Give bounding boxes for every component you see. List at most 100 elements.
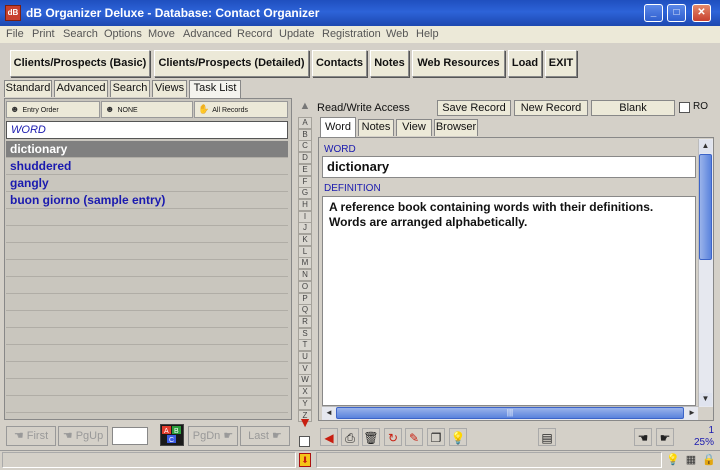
alpha-index-y[interactable]: Y: [298, 398, 312, 410]
list-item[interactable]: gangly: [6, 175, 288, 192]
menu-update[interactable]: Update: [279, 28, 314, 40]
list-item-empty[interactable]: [6, 396, 288, 413]
maximize-button[interactable]: □: [667, 4, 686, 22]
lightbulb-icon[interactable]: 💡: [449, 428, 467, 446]
menu-search[interactable]: Search: [63, 28, 98, 40]
list-item-empty[interactable]: [6, 379, 288, 396]
alpha-index-o[interactable]: O: [298, 281, 312, 293]
scroll-down-icon[interactable]: ▼: [699, 393, 712, 406]
definition-textarea[interactable]: A reference book containing words with t…: [322, 196, 696, 406]
menu-move[interactable]: Move: [148, 28, 175, 40]
alpha-index-t[interactable]: T: [298, 339, 312, 351]
alpha-index-a[interactable]: A: [298, 117, 312, 129]
app-icon[interactable]: dB: [5, 5, 21, 21]
alpha-index-w[interactable]: W: [298, 374, 312, 386]
web-resources-button[interactable]: Web Resources: [412, 50, 505, 77]
clients-basic-button[interactable]: Clients/Prospects (Basic): [10, 50, 150, 77]
list-item-empty[interactable]: [6, 243, 288, 260]
tab-views[interactable]: Views: [152, 80, 187, 97]
scroll-left-icon[interactable]: ◄: [323, 407, 335, 419]
word-input[interactable]: dictionary: [322, 156, 696, 178]
exit-button[interactable]: EXIT: [545, 50, 577, 77]
minimize-button[interactable]: _: [644, 4, 663, 22]
alpha-index-x[interactable]: X: [298, 386, 312, 398]
menu-advanced[interactable]: Advanced: [183, 28, 232, 40]
pgdn-button[interactable]: PgDn ☛: [188, 426, 238, 446]
notes-button[interactable]: Notes: [370, 50, 409, 77]
new-record-button[interactable]: New Record: [514, 100, 588, 116]
select-checkbox[interactable]: [299, 436, 310, 447]
refresh-icon[interactable]: ↻: [384, 428, 402, 446]
alpha-up-icon[interactable]: ▲: [298, 100, 312, 116]
abc-sort-icon[interactable]: A B C: [160, 424, 184, 446]
menu-help[interactable]: Help: [416, 28, 439, 40]
list-item-empty[interactable]: [6, 362, 288, 379]
alpha-index-h[interactable]: H: [298, 199, 312, 211]
goto-record-input[interactable]: [112, 427, 148, 445]
trash-icon[interactable]: 🗑: [362, 428, 380, 446]
list-column-header[interactable]: WORD: [6, 121, 288, 139]
alpha-index-e[interactable]: E: [298, 164, 312, 176]
alpha-index-c[interactable]: C: [298, 140, 312, 152]
copy-record-icon[interactable]: ❐: [427, 428, 445, 446]
next-hand-icon[interactable]: ☛: [656, 428, 674, 446]
close-button[interactable]: ✕: [692, 4, 711, 22]
first-button[interactable]: ☚ First: [6, 426, 56, 446]
menu-web[interactable]: Web: [386, 28, 408, 40]
tab-advanced[interactable]: Advanced: [54, 80, 108, 97]
alpha-index-q[interactable]: Q: [298, 304, 312, 316]
tab-notes[interactable]: Notes: [358, 119, 394, 136]
alpha-index-g[interactable]: G: [298, 187, 312, 199]
alpha-index-j[interactable]: J: [298, 222, 312, 234]
list-item-empty[interactable]: [6, 345, 288, 362]
menu-registration[interactable]: Registration: [322, 28, 381, 40]
menu-record[interactable]: Record: [237, 28, 272, 40]
blank-button[interactable]: Blank: [591, 100, 675, 116]
alpha-index-r[interactable]: R: [298, 316, 312, 328]
list-item-empty[interactable]: [6, 294, 288, 311]
tab-view[interactable]: View: [396, 119, 432, 136]
scroll-right-icon[interactable]: ►: [686, 407, 698, 419]
edit-record-icon[interactable]: ✎: [405, 428, 423, 446]
tab-task-list[interactable]: Task List: [189, 80, 241, 98]
list-item[interactable]: dictionary: [6, 141, 288, 158]
save-record-button[interactable]: Save Record: [437, 100, 511, 116]
pgup-button[interactable]: ☚ PgUp: [58, 426, 108, 446]
back-arrow-icon[interactable]: ◀: [320, 428, 338, 446]
list-item-empty[interactable]: [6, 328, 288, 345]
menu-options[interactable]: Options: [104, 28, 142, 40]
tab-browser[interactable]: Browser: [434, 119, 478, 136]
alpha-index-m[interactable]: M: [298, 257, 312, 269]
filter-button[interactable]: ☻ NONE: [101, 101, 193, 118]
export-icon[interactable]: ▤: [538, 428, 556, 446]
tab-word[interactable]: Word: [320, 117, 356, 137]
list-item[interactable]: shuddered: [6, 158, 288, 175]
sort-order-button[interactable]: ☻ Entry Order: [6, 101, 100, 118]
load-button[interactable]: Load: [508, 50, 542, 77]
contacts-button[interactable]: Contacts: [312, 50, 367, 77]
horizontal-scroll-thumb[interactable]: |||: [336, 407, 684, 419]
alpha-index-d[interactable]: D: [298, 152, 312, 164]
list-item-empty[interactable]: [6, 311, 288, 328]
scope-button[interactable]: ✋ All Records: [194, 101, 288, 118]
clients-detailed-button[interactable]: Clients/Prospects (Detailed): [154, 50, 309, 77]
marker-icon[interactable]: ⬇: [299, 453, 311, 467]
vertical-scroll-thumb[interactable]: [699, 154, 712, 260]
list-item-empty[interactable]: [6, 260, 288, 277]
list-item-empty[interactable]: [6, 277, 288, 294]
lock-icon[interactable]: 🔒: [702, 453, 716, 467]
menu-print[interactable]: Print: [32, 28, 55, 40]
list-item-empty[interactable]: [6, 209, 288, 226]
alpha-index-n[interactable]: N: [298, 269, 312, 281]
alpha-index-u[interactable]: U: [298, 351, 312, 363]
alpha-index-k[interactable]: K: [298, 234, 312, 246]
print-icon[interactable]: ⎙: [341, 428, 359, 446]
alpha-down-arrow-icon[interactable]: ▼: [297, 414, 313, 430]
list-item-empty[interactable]: [6, 226, 288, 243]
tab-search[interactable]: Search: [110, 80, 150, 97]
menu-file[interactable]: File: [6, 28, 24, 40]
read-only-checkbox[interactable]: [679, 102, 690, 113]
last-button[interactable]: Last ☛: [240, 426, 290, 446]
list-item[interactable]: buon giorno (sample entry): [6, 192, 288, 209]
tab-standard[interactable]: Standard: [4, 80, 52, 97]
